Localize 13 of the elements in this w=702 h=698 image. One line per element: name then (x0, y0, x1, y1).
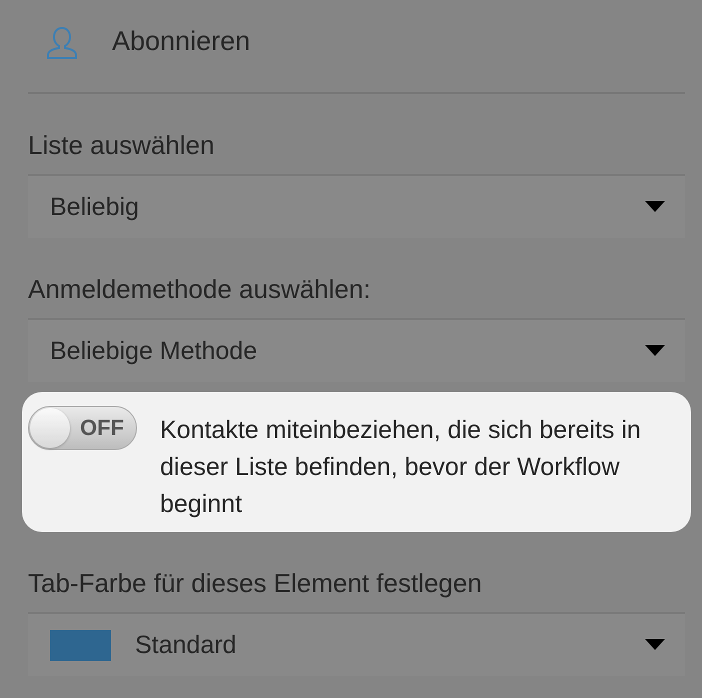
toggle-description: Kontakte miteinbeziehen, die sich bereits in dieser Liste befinden, bevor der Workflow beginnt (160, 415, 642, 520)
caret-icon (645, 639, 665, 651)
caret-icon (645, 345, 665, 357)
dropdown-field[interactable]: Beliebige Methode (28, 318, 685, 382)
dropdown-field[interactable]: Standard (28, 612, 685, 676)
user-icon (44, 25, 80, 61)
field-label: Anmeldemethode auswählen: (28, 274, 372, 305)
caret-icon (645, 201, 665, 213)
field-label: Liste auswählen (28, 130, 216, 161)
toggle-switch[interactable]: OFF (28, 406, 137, 450)
field-label: Tab-Farbe für dieses Element festlegen (28, 568, 483, 599)
section-title: Abonnieren (112, 26, 250, 56)
dropdown-field[interactable]: Beliebig (28, 174, 685, 238)
